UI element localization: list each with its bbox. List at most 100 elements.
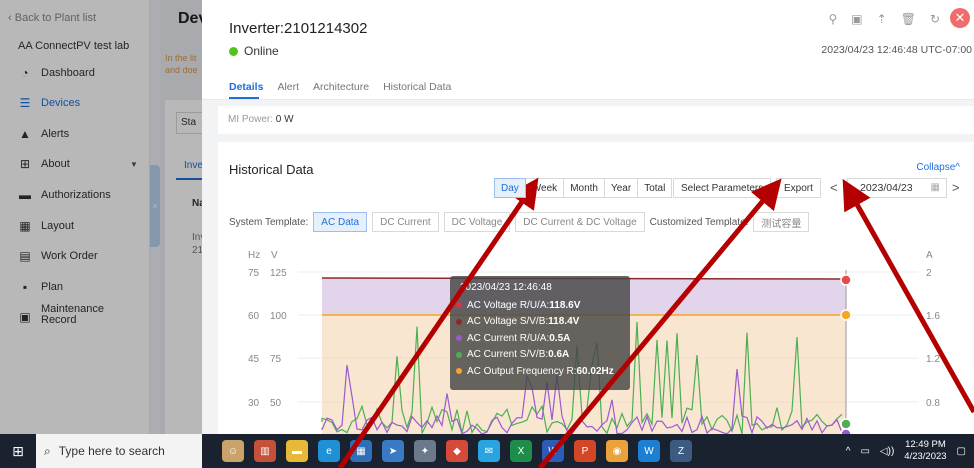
date-value: 2023/04/23 <box>860 182 913 194</box>
cortana-icon[interactable]: ☺ <box>222 440 244 462</box>
tick-label-a: 1.2 <box>926 354 940 365</box>
tick-label-a: 2 <box>926 268 932 279</box>
tooltip-row: AC Current R/U/A: 0.5A <box>456 330 624 347</box>
taskbar-clock[interactable]: 12:49 PM 4/23/2023 <box>904 439 946 463</box>
upload-icon[interactable]: ⇡ <box>877 12 887 26</box>
series-dot-icon <box>456 351 462 358</box>
mi-power-label: MI Power: <box>228 114 274 125</box>
timestamp: 2023/04/23 12:46:48 UTC-07:00 <box>821 44 972 56</box>
search-icon: ⌕ <box>44 443 51 458</box>
collapse-link[interactable]: Collapse^ <box>916 162 960 173</box>
taskbar-search[interactable]: ⌕ Type here to search <box>36 434 202 468</box>
mi-power-card: MI Power: 0 W <box>218 106 974 134</box>
period-month-button[interactable]: Month <box>563 178 605 198</box>
tab-details[interactable]: Details <box>229 81 263 93</box>
status-badge: Online <box>229 44 279 58</box>
delete-icon[interactable]: 🗑 <box>901 12 916 26</box>
period-total-button[interactable]: Total <box>637 178 673 198</box>
tab-alert[interactable]: Alert <box>277 81 299 93</box>
topology-icon[interactable]: ⚲ <box>829 12 838 26</box>
windows-logo-icon: ⊞ <box>12 442 24 459</box>
hover-point-voltage <box>840 274 852 286</box>
template-dc-voltage[interactable]: DC Voltage <box>443 212 511 232</box>
customized-template-chip[interactable]: 测试容量 <box>753 212 810 232</box>
tooltip-label: AC Current S/V/B: <box>467 349 549 361</box>
drawer-tabs: Details Alert Architecture Historical Da… <box>229 81 451 93</box>
period-selector: Day Week Month Year Total <box>494 178 673 198</box>
close-drawer-button[interactable]: ✕ <box>950 8 970 28</box>
template-ac-data[interactable]: AC Data <box>313 212 368 232</box>
file-explorer-icon[interactable]: ▬ <box>286 440 308 462</box>
network-icon[interactable]: ▭ <box>860 446 869 457</box>
chevron-left-icon[interactable]: < <box>830 180 838 195</box>
app-icon[interactable]: ➤ <box>382 440 404 462</box>
collapse-label: Collapse <box>916 162 956 173</box>
screen-icon[interactable]: ▣ <box>851 12 862 26</box>
powerpoint-icon[interactable]: P <box>574 440 596 462</box>
customized-template-label: Customized Template: <box>649 216 749 228</box>
taskbar-apps: ☺ ▥ ▬ e ▦ ➤ ✦ ◆ ✉ X W P ◉ W Z <box>222 440 692 462</box>
calendar-icon: ▦ <box>930 182 940 193</box>
drawer-header: Inverter:2101214302 Online ⚲ ▣ ⇡ 🗑 ↻ ✕ 2… <box>202 0 974 100</box>
windows-taskbar: ⊞ ⌕ Type here to search ☺ ▥ ▬ e ▦ ➤ ✦ ◆ … <box>0 434 974 468</box>
tick-label-v: 100 <box>270 311 287 322</box>
clock-time: 12:49 PM <box>905 439 946 450</box>
tab-architecture[interactable]: Architecture <box>313 81 369 93</box>
drawer-toolbar: ⚲ ▣ ⇡ 🗑 ↻ <box>829 12 941 26</box>
excel-icon[interactable]: X <box>510 440 532 462</box>
volume-icon[interactable]: ◁)) <box>880 446 894 457</box>
chevron-up-icon[interactable]: ^ <box>846 446 851 457</box>
tab-historical-data[interactable]: Historical Data <box>383 81 451 93</box>
app-icon[interactable]: W <box>638 440 660 462</box>
active-tab-underline <box>229 97 259 99</box>
tooltip-value: 0.6A <box>548 349 570 361</box>
series-dot-icon <box>456 335 462 342</box>
app-icon[interactable]: ▦ <box>350 440 372 462</box>
app-icon[interactable]: ◆ <box>446 440 468 462</box>
date-picker[interactable]: 2023/04/23 ▦ <box>847 178 947 198</box>
system-template-label: System Template: <box>229 216 309 228</box>
tooltip-label: AC Voltage R/U/A: <box>467 299 550 311</box>
tick-label-hz: 75 <box>248 268 260 279</box>
tooltip-label: AC Voltage S/V/B: <box>467 316 549 328</box>
edge-icon[interactable]: e <box>318 440 340 462</box>
tooltip-value: 118.6V <box>549 299 581 311</box>
hover-point-current-s <box>840 418 852 430</box>
notification-icon[interactable]: ▢ <box>957 446 966 457</box>
tooltip-value: 118.4V <box>548 316 580 328</box>
word-icon[interactable]: W <box>542 440 564 462</box>
start-button[interactable]: ⊞ <box>0 434 36 468</box>
status-text: Online <box>244 44 279 58</box>
export-button[interactable]: Export <box>776 178 821 198</box>
series-dot-icon <box>456 318 462 325</box>
app-icon[interactable]: Z <box>670 440 692 462</box>
tick-label-a: 1.6 <box>926 311 940 322</box>
template-dc-current[interactable]: DC Current <box>372 212 439 232</box>
select-parameters-button[interactable]: Select Parameters <box>673 178 772 198</box>
tick-label-v: 125 <box>270 268 287 279</box>
period-year-button[interactable]: Year <box>603 178 639 198</box>
refresh-icon[interactable]: ↻ <box>930 12 940 26</box>
online-dot-icon <box>229 46 238 56</box>
right-axis-unit-a: A <box>926 250 933 261</box>
app-icon[interactable]: ✦ <box>414 440 436 462</box>
tooltip-value: 0.5A <box>549 332 571 344</box>
chevron-right-icon[interactable]: > <box>952 180 960 195</box>
tooltip-row: AC Voltage S/V/B: 118.4V <box>456 314 624 331</box>
app-icon[interactable]: ▥ <box>254 440 276 462</box>
period-week-button[interactable]: Week <box>524 178 565 198</box>
search-placeholder: Type here to search <box>58 444 165 458</box>
period-day-button[interactable]: Day <box>494 178 526 198</box>
modal-mask[interactable] <box>0 0 202 434</box>
left-axis-unit-v: V <box>271 250 278 261</box>
chrome-icon[interactable]: ◉ <box>606 440 628 462</box>
template-bar: System Template: AC Data DC Current DC V… <box>229 212 810 232</box>
tooltip-row: AC Output Frequency R: 60.02Hz <box>456 363 624 380</box>
chevron-up-icon: ^ <box>955 162 960 173</box>
hover-point-frequency <box>840 309 852 321</box>
tooltip-value: 60.02Hz <box>576 365 614 377</box>
tooltip-label: AC Current R/U/A: <box>467 332 550 344</box>
template-dc-current-voltage[interactable]: DC Current & DC Voltage <box>515 212 645 232</box>
left-axis-unit-hz: Hz <box>248 250 260 261</box>
mail-icon[interactable]: ✉ <box>478 440 500 462</box>
